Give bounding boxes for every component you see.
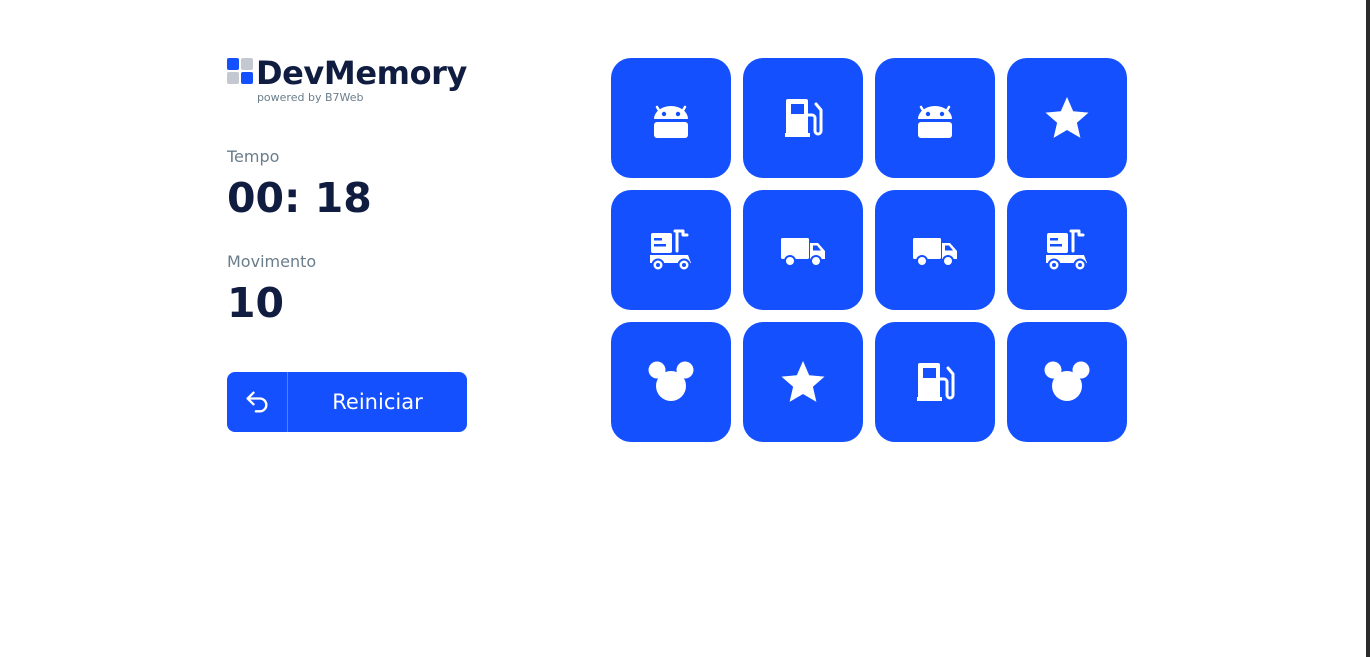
reset-icon-box — [227, 372, 288, 432]
card-grid — [611, 58, 1127, 442]
memory-card[interactable] — [875, 322, 995, 442]
scooter-icon — [647, 226, 695, 274]
time-label: Tempo — [227, 147, 280, 166]
scooter-icon — [1043, 226, 1091, 274]
time-stat: Tempo 00: 18 — [227, 147, 467, 222]
truck-icon — [911, 226, 959, 274]
mouse-ears-icon — [647, 358, 695, 406]
reset-label: Reiniciar — [332, 390, 423, 414]
gas-station-icon — [911, 358, 959, 406]
mouse-ears-icon — [1043, 358, 1091, 406]
info-panel: DevMemory powered by B7Web Tempo 00: 18 … — [227, 56, 467, 432]
moves-value: 10 — [227, 279, 285, 327]
app-subtitle: powered by B7Web — [256, 91, 364, 104]
memory-card[interactable] — [611, 190, 731, 310]
star-icon — [779, 358, 827, 406]
memory-card[interactable] — [611, 58, 731, 178]
android-icon — [647, 94, 695, 142]
window-edge — [1366, 0, 1370, 657]
moves-stat: Movimento 10 — [227, 252, 467, 327]
memory-card[interactable] — [743, 190, 863, 310]
app-title: DevMemory — [255, 54, 467, 92]
memory-card[interactable] — [875, 190, 995, 310]
moves-label: Movimento — [227, 252, 317, 271]
logo-text: DevMemory powered by B7Web — [256, 56, 467, 104]
android-icon — [911, 94, 959, 142]
reset-button[interactable]: Reiniciar — [227, 372, 467, 432]
time-value: 00: 18 — [227, 174, 372, 222]
page: DevMemory powered by B7Web Tempo 00: 18 … — [0, 0, 1370, 657]
gas-station-icon — [779, 94, 827, 142]
star-icon — [1043, 94, 1091, 142]
memory-card[interactable] — [1007, 322, 1127, 442]
logo: DevMemory powered by B7Web — [227, 56, 467, 106]
memory-card[interactable] — [1007, 58, 1127, 178]
memory-card[interactable] — [611, 322, 731, 442]
memory-card[interactable] — [743, 58, 863, 178]
undo-icon — [246, 391, 268, 413]
logo-mark — [227, 58, 253, 85]
memory-card[interactable] — [875, 58, 995, 178]
memory-card[interactable] — [1007, 190, 1127, 310]
memory-card[interactable] — [743, 322, 863, 442]
truck-icon — [779, 226, 827, 274]
